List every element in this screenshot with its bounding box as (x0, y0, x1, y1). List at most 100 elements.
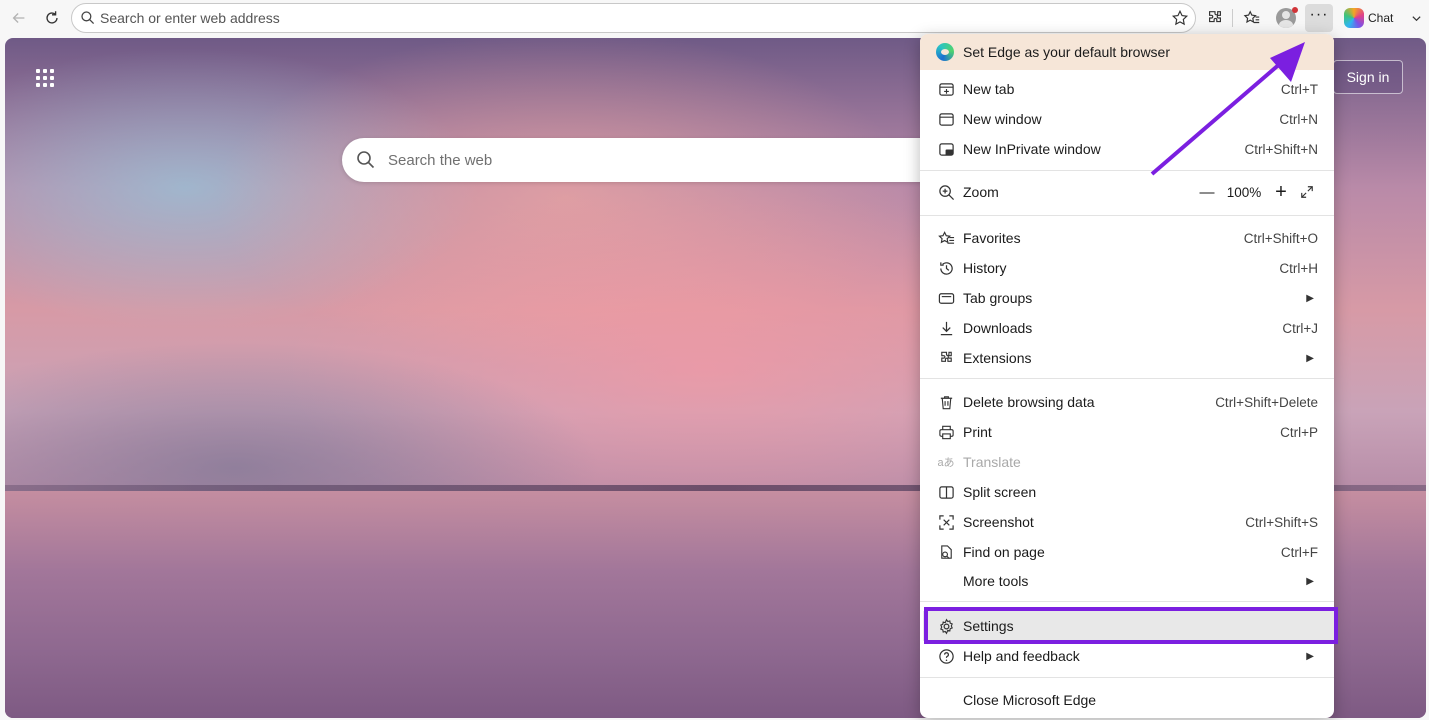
new-tab-label: New tab (963, 81, 1015, 97)
help-icon (937, 647, 955, 665)
translate-label: Translate (963, 454, 1021, 470)
submenu-arrow-icon: ▶ (1306, 352, 1314, 364)
find-on-page-icon (937, 543, 955, 561)
delete-browsing-label: Delete browsing data (963, 394, 1095, 410)
new-tab-icon (937, 80, 955, 98)
zoom-in-button[interactable]: + (1268, 181, 1294, 204)
menu-item-translate: aあ Translate (920, 447, 1334, 477)
menu-item-extensions[interactable]: Extensions ▶ (920, 343, 1334, 373)
find-on-page-label: Find on page (963, 544, 1045, 560)
menu-item-more-tools[interactable]: More tools ▶ (920, 566, 1334, 596)
copilot-icon (1344, 8, 1364, 28)
menu-divider (920, 170, 1334, 171)
notification-dot (1292, 7, 1298, 13)
find-on-page-shortcut: Ctrl+F (1280, 544, 1318, 560)
settings-and-more-button[interactable]: ··· (1305, 4, 1333, 32)
download-icon (937, 319, 955, 337)
tab-groups-icon (937, 289, 955, 307)
banner-text: Set Edge as your default browser (963, 44, 1171, 60)
favorites-label: Favorites (963, 230, 1021, 246)
menu-item-favorites[interactable]: Favorites Ctrl+Shift+O (920, 223, 1334, 253)
new-tab-shortcut: Ctrl+T (1280, 81, 1318, 97)
menu-item-find-on-page[interactable]: Find on page Ctrl+F (920, 537, 1334, 567)
sign-in-button[interactable]: Sign in (1333, 60, 1403, 94)
zoom-level: 100% (1226, 184, 1262, 200)
menu-divider (920, 215, 1334, 216)
back-arrow-icon (12, 13, 25, 23)
favorites-star-icon (1243, 10, 1260, 24)
refresh-button[interactable] (38, 4, 66, 32)
menu-item-print[interactable]: Print Ctrl+P (920, 417, 1334, 447)
add-favorite-star-icon[interactable] (1171, 9, 1189, 27)
extensions-button[interactable] (1201, 4, 1229, 32)
screenshot-icon (937, 513, 955, 531)
downloads-label: Downloads (963, 320, 1033, 336)
puzzle-icon (1209, 11, 1221, 23)
menu-divider (920, 601, 1334, 602)
favorites-icon (937, 229, 955, 247)
trash-icon (937, 393, 955, 411)
address-input[interactable] (100, 10, 1100, 26)
new-inprivate-shortcut: Ctrl+Shift+N (1244, 141, 1318, 157)
menu-divider (920, 677, 1334, 678)
favorites-button[interactable] (1238, 4, 1266, 32)
menu-item-history[interactable]: History Ctrl+H (920, 253, 1334, 283)
more-tools-label: More tools (963, 573, 1029, 589)
screenshot-label: Screenshot (963, 514, 1034, 530)
search-icon (81, 11, 95, 25)
history-label: History (963, 260, 1007, 276)
print-label: Print (963, 424, 992, 440)
zoom-controls: — 100% + (1194, 181, 1320, 204)
zoom-out-button[interactable]: — (1194, 184, 1220, 201)
more-dots-icon: ··· (1309, 6, 1329, 23)
chevron-down-icon (1412, 15, 1421, 21)
history-shortcut: Ctrl+H (1279, 260, 1318, 276)
extensions-icon (937, 349, 955, 367)
copilot-chat-button[interactable]: Chat (1340, 4, 1424, 32)
browser-toolbar: ··· Chat (0, 0, 1429, 36)
menu-item-new-tab[interactable]: New tab Ctrl+T (920, 74, 1334, 104)
search-icon (357, 151, 375, 169)
zoom-label: Zoom (963, 184, 999, 200)
new-inprivate-label: New InPrivate window (963, 141, 1101, 157)
menu-divider (920, 378, 1334, 379)
history-icon (937, 259, 955, 277)
menu-item-zoom: Zoom — 100% + (920, 177, 1334, 207)
settings-annotation-box (924, 607, 1338, 644)
help-label: Help and feedback (963, 648, 1080, 664)
tab-groups-label: Tab groups (963, 290, 1033, 306)
new-window-icon (937, 110, 955, 128)
menu-item-new-inprivate-window[interactable]: New InPrivate window Ctrl+Shift+N (920, 134, 1334, 164)
default-browser-banner[interactable]: Set Edge as your default browser (920, 34, 1334, 70)
fullscreen-icon (1301, 186, 1313, 198)
submenu-arrow-icon: ▶ (1306, 650, 1314, 662)
menu-item-tab-groups[interactable]: Tab groups ▶ (920, 283, 1334, 313)
print-shortcut: Ctrl+P (1280, 424, 1318, 440)
web-search-box[interactable] (342, 138, 942, 182)
downloads-shortcut: Ctrl+J (1282, 320, 1318, 336)
back-button[interactable] (5, 4, 33, 32)
menu-item-new-window[interactable]: New window Ctrl+N (920, 104, 1334, 134)
fullscreen-button[interactable] (1294, 185, 1320, 199)
new-window-shortcut: Ctrl+N (1279, 111, 1318, 127)
menu-item-delete-browsing-data[interactable]: Delete browsing data Ctrl+Shift+Delete (920, 387, 1334, 417)
profile-button[interactable] (1272, 4, 1300, 32)
menu-item-close-edge[interactable]: Close Microsoft Edge (920, 685, 1334, 715)
split-screen-icon (937, 483, 955, 501)
edge-logo-icon (936, 43, 954, 61)
translate-icon: aあ (937, 457, 955, 469)
address-bar[interactable] (71, 3, 1196, 33)
toolbar-divider (1232, 9, 1233, 27)
split-screen-label: Split screen (963, 484, 1037, 500)
web-search-input[interactable] (388, 151, 868, 169)
menu-item-split-screen[interactable]: Split screen (920, 477, 1334, 507)
inprivate-icon (937, 140, 955, 158)
menu-item-downloads[interactable]: Downloads Ctrl+J (920, 313, 1334, 343)
zoom-icon (937, 183, 955, 201)
submenu-arrow-icon: ▶ (1306, 292, 1314, 304)
menu-item-screenshot[interactable]: Screenshot Ctrl+Shift+S (920, 507, 1334, 537)
refresh-icon (46, 11, 58, 24)
menu-item-help-and-feedback[interactable]: Help and feedback ▶ (920, 641, 1334, 671)
chat-label: Chat (1368, 11, 1394, 25)
app-launcher-grid-icon[interactable] (36, 69, 54, 87)
